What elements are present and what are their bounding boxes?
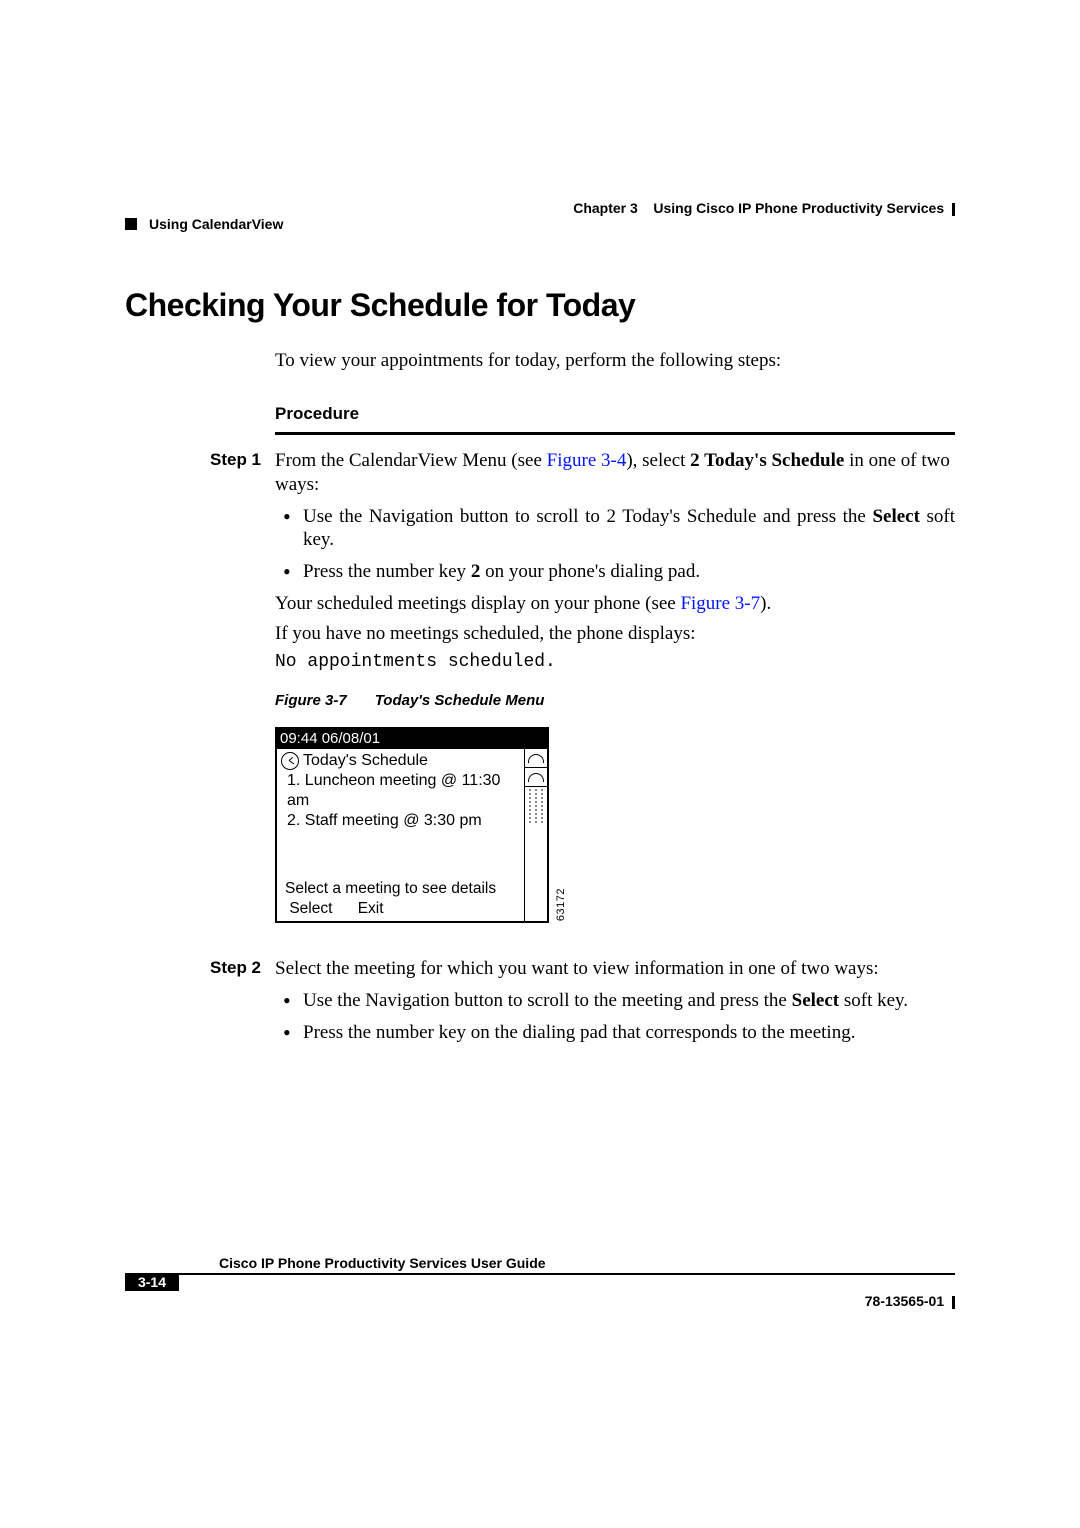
running-header: Chapter 3 Using Cisco IP Phone Productiv… (125, 200, 955, 232)
softkey-select[interactable]: Select (281, 899, 341, 919)
step-1-text: From the CalendarView Menu (see Figure 3… (275, 449, 955, 497)
xref-figure-3-7[interactable]: Figure 3-7 (680, 593, 760, 614)
step-1-after-2: If you have no meetings scheduled, the p… (275, 622, 955, 646)
phone-line-icon (528, 754, 544, 763)
softkey-exit[interactable]: Exit (341, 899, 401, 919)
footer-guide-title: Cisco IP Phone Productivity Services Use… (219, 1255, 955, 1271)
code-output: No appointments scheduled. (275, 651, 955, 674)
step-1-label: Step 1 (210, 449, 275, 470)
softkey-empty-1 (401, 899, 461, 919)
meeting-item-2: 2. Staff meeting @ 3:30 pm (287, 811, 520, 831)
header-right: Chapter 3 Using Cisco IP Phone Productiv… (125, 200, 955, 216)
chapter-number: Chapter 3 (573, 200, 638, 216)
figure-3-7: 09:44 06/08/01 Today's Schedule 1. Lunch… (275, 727, 955, 924)
phone-datetime: 09:44 06/08/01 (280, 730, 380, 749)
figure-id: 63172 (555, 888, 569, 921)
step-1-after-1: Your scheduled meetings display on your … (275, 592, 955, 616)
step-2-bullet-1: Use the Navigation button to scroll to t… (275, 989, 908, 1013)
page-title: Checking Your Schedule for Today (125, 287, 955, 324)
phone-sidebar (524, 749, 547, 921)
figure-title: Today's Schedule Menu (375, 692, 545, 709)
phone-titlebar: 09:44 06/08/01 (277, 729, 547, 750)
clock-icon (281, 752, 299, 770)
intro-text: To view your appointments for today, per… (275, 349, 955, 373)
header-square-icon (125, 218, 137, 230)
softkey-empty-2 (460, 899, 520, 919)
procedure-rule (275, 432, 955, 435)
procedure-label: Procedure (275, 403, 955, 424)
body: To view your appointments for today, per… (275, 349, 955, 1052)
chapter-title: Using Cisco IP Phone Productivity Servic… (653, 200, 944, 216)
phone-hint: Select a meeting to see details (281, 877, 520, 898)
page-number: 3-14 (125, 1273, 179, 1291)
scroll-indicator-icon (529, 789, 543, 825)
step-2-label: Step 2 (210, 957, 275, 978)
step-1: Step 1 From the CalendarView Menu (see F… (275, 449, 955, 953)
step-1-bullet-2: Press the number key 2 on your phone's d… (275, 560, 955, 584)
footer-rule (179, 1273, 955, 1275)
step-1-bullets: Use the Navigation button to scroll to 2… (275, 505, 955, 584)
figure-caption: Figure 3-7 Today's Schedule Menu (275, 692, 955, 711)
phone-screen: 09:44 06/08/01 Today's Schedule 1. Lunch… (275, 727, 549, 924)
section-name: Using CalendarView (149, 216, 283, 232)
xref-figure-3-4[interactable]: Figure 3-4 (547, 450, 627, 471)
screen-title: Today's Schedule (303, 751, 428, 771)
step-2-bullet-2: Press the number key on the dialing pad … (275, 1021, 908, 1045)
step-2-bullets: Use the Navigation button to scroll to t… (275, 989, 908, 1045)
step-1-bullet-1: Use the Navigation button to scroll to 2… (275, 505, 955, 553)
step-2: Step 2 Select the meeting for which you … (275, 957, 955, 1052)
doc-number: 78-13565-01 (865, 1291, 955, 1309)
footer-bar-icon (952, 1296, 955, 1309)
step-2-text: Select the meeting for which you want to… (275, 957, 908, 981)
page-footer: Cisco IP Phone Productivity Services Use… (125, 1255, 955, 1309)
figure-number: Figure 3-7 (275, 692, 347, 709)
meeting-item-1: 1. Luncheon meeting @ 11:30 am (287, 771, 520, 811)
header-bar-icon (952, 203, 955, 216)
phone-line-icon (528, 773, 544, 782)
page-content: Chapter 3 Using Cisco IP Phone Productiv… (125, 200, 955, 1056)
